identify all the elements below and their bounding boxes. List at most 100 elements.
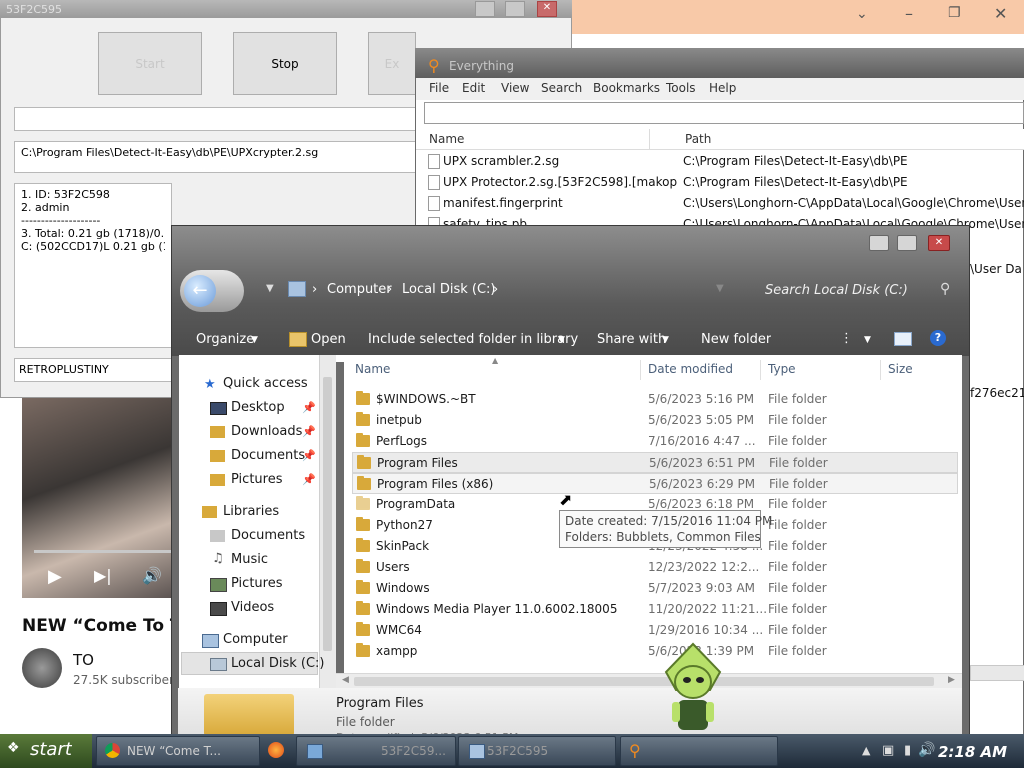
nav-downloads[interactable]: Downloads: [231, 424, 302, 439]
firefox-icon[interactable]: [268, 742, 284, 758]
play-icon[interactable]: ▶: [48, 566, 62, 587]
volume-icon[interactable]: 🔊: [918, 742, 935, 758]
column-date-modified[interactable]: Date modified: [648, 362, 733, 376]
column-name[interactable]: Name: [429, 132, 464, 146]
scroll-right-icon[interactable]: ▶: [948, 675, 955, 685]
stop-button[interactable]: Stop: [233, 32, 337, 95]
next-icon[interactable]: ▶|: [94, 566, 112, 585]
everything-search-input[interactable]: [424, 102, 1024, 124]
nav-libraries[interactable]: Libraries: [223, 504, 279, 519]
new-folder-button[interactable]: New folder: [701, 332, 771, 347]
open-button[interactable]: Open: [311, 332, 346, 347]
include-in-library-button[interactable]: Include selected folder in library: [368, 332, 578, 347]
menu-edit[interactable]: Edit: [462, 81, 485, 95]
nav-music[interactable]: Music: [231, 552, 268, 567]
organize-button[interactable]: Organize: [196, 332, 254, 347]
breadcrumb-separator[interactable]: ›: [387, 282, 392, 297]
list-item[interactable]: UPX scrambler.2.sg C:\Program Files\Dete…: [416, 151, 1024, 172]
scrollbar[interactable]: [319, 355, 336, 688]
search-icon[interactable]: ⚲: [940, 281, 950, 297]
pin-icon[interactable]: 📌: [302, 401, 316, 414]
scrollbar-thumb[interactable]: [323, 377, 332, 651]
scrollbar[interactable]: ◀ ▶: [336, 673, 962, 689]
nav-lib-pictures[interactable]: Pictures: [231, 576, 282, 591]
scrollbar-thumb[interactable]: [354, 677, 934, 686]
clock[interactable]: 2:18 AM: [938, 743, 1007, 761]
network-icon[interactable]: ▣: [882, 743, 894, 758]
breadcrumb-local-disk[interactable]: Local Disk (C:): [402, 282, 495, 297]
chevron-down-icon[interactable]: ▼: [716, 283, 724, 294]
column-name[interactable]: Name: [355, 362, 390, 376]
column-divider[interactable]: [760, 360, 761, 380]
taskbar-item-everything[interactable]: ⚲: [620, 736, 778, 766]
help-icon[interactable]: ?: [930, 330, 946, 346]
table-row[interactable]: Windows 5/7/2023 9:03 AM File folder: [352, 578, 958, 599]
volume-icon[interactable]: 🔊: [142, 566, 162, 585]
channel-name[interactable]: TO: [73, 651, 94, 669]
power-icon[interactable]: ▮: [904, 743, 911, 758]
menu-file[interactable]: File: [429, 81, 449, 95]
list-item[interactable]: manifest.fingerprint C:\Users\Longhorn-C…: [416, 193, 1024, 214]
preview-pane-icon[interactable]: [894, 332, 912, 346]
breadcrumb-separator[interactable]: ›: [312, 282, 317, 297]
menu-help[interactable]: Help: [709, 81, 736, 95]
nav-videos[interactable]: Videos: [231, 600, 274, 615]
column-divider[interactable]: [649, 129, 650, 149]
table-row[interactable]: Windows Media Player 11.0.6002.18005 11/2…: [352, 599, 958, 620]
menu-tools[interactable]: Tools: [666, 81, 696, 95]
maximize-icon[interactable]: [505, 1, 525, 17]
path-field[interactable]: C:\Program Files\Detect-It-Easy\db\PE\UP…: [14, 141, 416, 173]
column-size[interactable]: Size: [888, 362, 913, 376]
maximize-icon[interactable]: [897, 235, 917, 251]
minimize-icon[interactable]: [475, 1, 495, 17]
column-type[interactable]: Type: [768, 362, 796, 376]
video-progress-bar[interactable]: [34, 550, 175, 553]
start-button[interactable]: Start: [98, 32, 202, 95]
column-path[interactable]: Path: [685, 132, 711, 146]
table-row[interactable]: Users 12/23/2022 12:2... File folder: [352, 557, 958, 578]
scrollbar[interactable]: [970, 665, 1024, 681]
table-row[interactable]: inetpub 5/6/2023 5:05 PM File folder: [352, 410, 958, 431]
list-item[interactable]: UPX Protector.2.sg.[53F2C598].[makop0...…: [416, 172, 1024, 193]
video-title[interactable]: NEW “Come To Th: [22, 616, 194, 636]
avatar[interactable]: [22, 648, 62, 688]
column-divider[interactable]: [640, 360, 641, 380]
chevron-down-icon[interactable]: ▼: [558, 335, 565, 345]
close-icon[interactable]: ✕: [994, 4, 1007, 23]
column-divider[interactable]: [880, 360, 881, 380]
share-with-button[interactable]: Share with: [597, 332, 666, 347]
breadcrumb-separator[interactable]: ›: [493, 282, 498, 297]
taskbar-item-tool[interactable]: 53F2C59...: [296, 736, 456, 766]
menu-bookmarks[interactable]: Bookmarks: [593, 81, 660, 95]
nav-pictures[interactable]: Pictures: [231, 472, 282, 487]
table-row[interactable]: Program Files 5/6/2023 6:51 PM File folder: [352, 452, 958, 473]
pin-icon[interactable]: 📌: [302, 473, 316, 486]
nav-local-disk[interactable]: Local Disk (C:): [231, 656, 324, 671]
view-options-icon[interactable]: ⋮: [840, 331, 853, 346]
nav-documents[interactable]: Documents: [231, 448, 305, 463]
chevron-down-icon[interactable]: ▼: [864, 335, 871, 345]
table-row[interactable]: Program Files (x86) 5/6/2023 6:29 PM File …: [352, 473, 958, 494]
table-row[interactable]: xampp 5/6/2023 1:39 PM File folder: [352, 641, 958, 662]
chevron-down-icon[interactable]: ▼: [266, 283, 274, 294]
chevron-down-icon[interactable]: ▼: [251, 335, 258, 345]
taskbar-item-explorer[interactable]: 53F2C595: [458, 736, 616, 766]
chevron-down-icon[interactable]: ▼: [662, 335, 669, 345]
chevron-up-icon[interactable]: ▲: [862, 744, 870, 757]
start-button[interactable]: ❖ start: [0, 734, 92, 768]
minimize-icon[interactable]: –: [905, 4, 913, 23]
scroll-left-icon[interactable]: ◀: [342, 675, 349, 685]
nav-computer[interactable]: Computer: [223, 632, 288, 647]
footer-field[interactable]: RETROPLUSTINY: [14, 358, 172, 382]
close-icon[interactable]: ✕: [537, 1, 557, 17]
menu-search[interactable]: Search: [541, 81, 582, 95]
close-icon[interactable]: ✕: [928, 235, 950, 251]
nav-lib-documents[interactable]: Documents: [231, 528, 305, 543]
nav-desktop[interactable]: Desktop: [231, 400, 285, 415]
chevron-down-icon[interactable]: ⌄: [856, 6, 868, 22]
restore-icon[interactable]: ❐: [948, 5, 961, 21]
breadcrumb-computer[interactable]: Computer: [327, 282, 392, 297]
table-row[interactable]: WMC64 1/29/2016 10:34 ... File folder: [352, 620, 958, 641]
table-row[interactable]: $WINDOWS.~BT 5/6/2023 5:16 PM File folder: [352, 389, 958, 410]
taskbar-item-chrome[interactable]: NEW “Come T...: [96, 736, 260, 766]
